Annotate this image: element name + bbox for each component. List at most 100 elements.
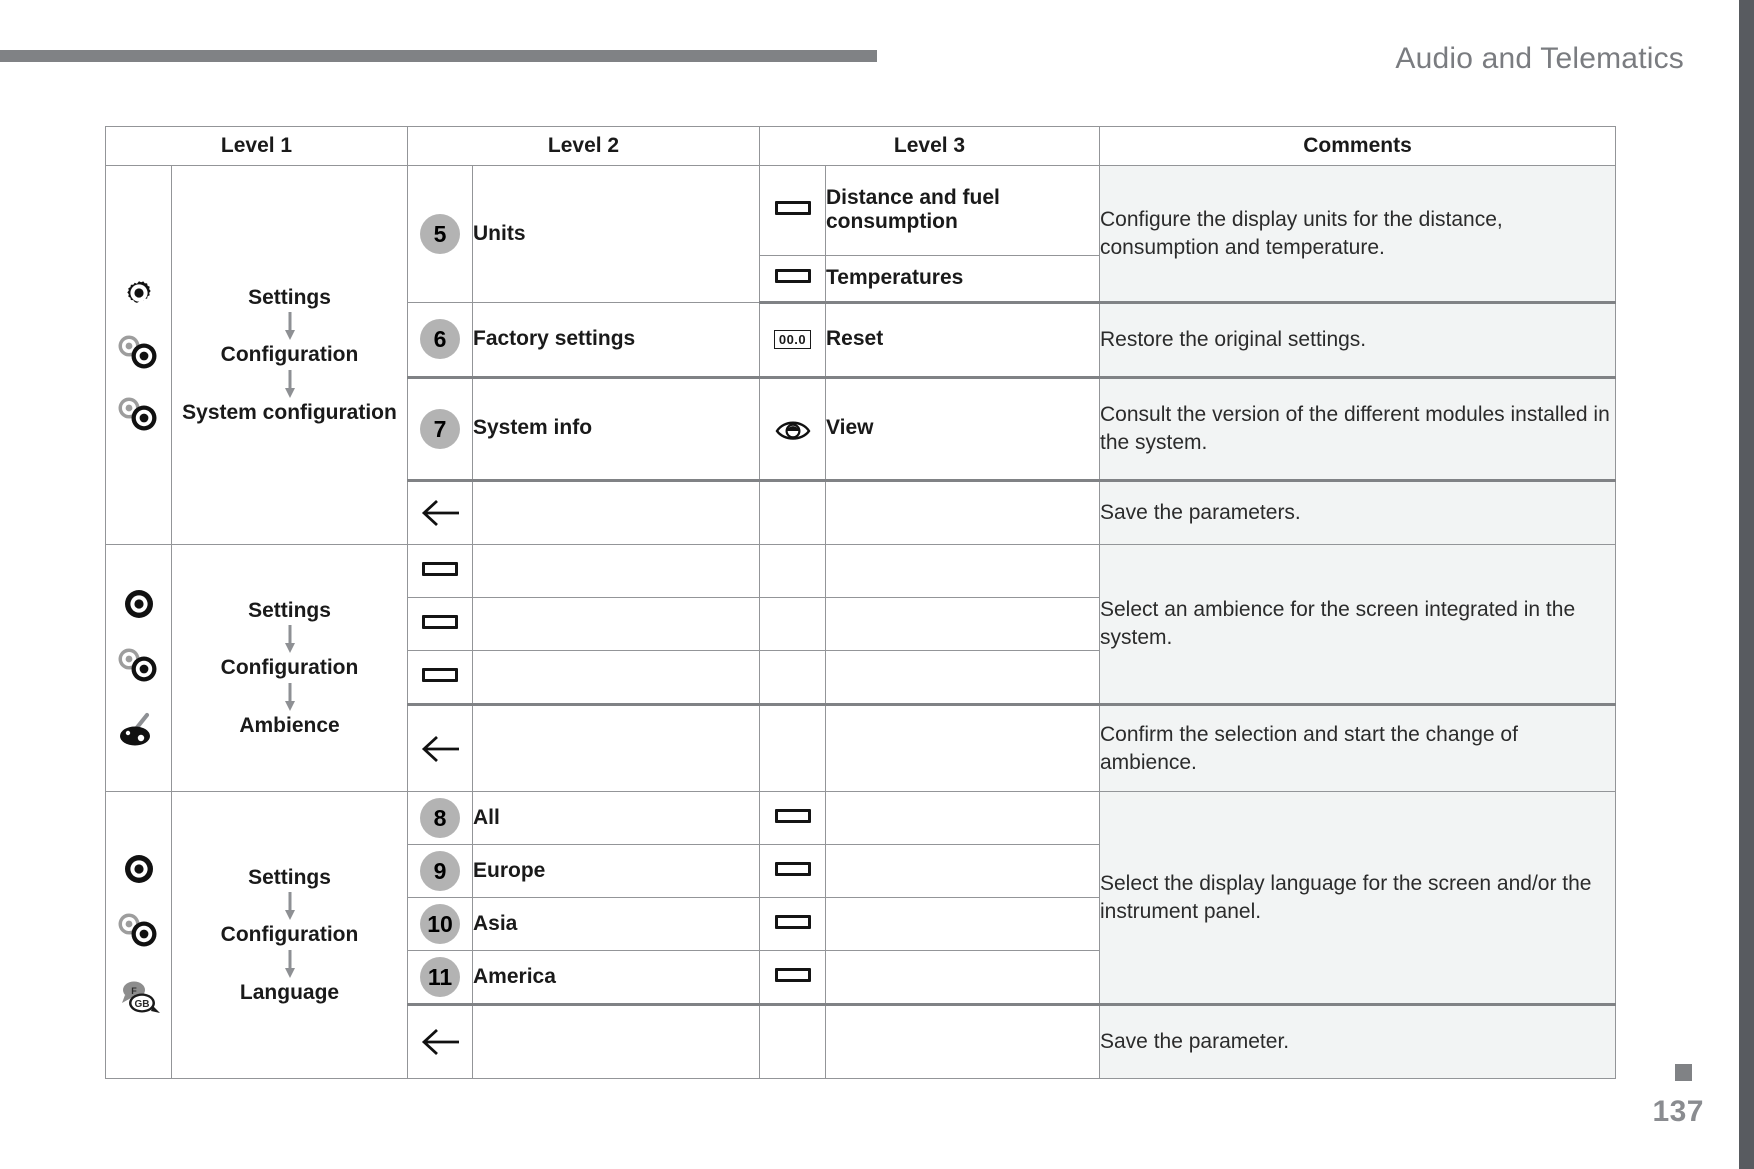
level2-number-cell[interactable]: 8 xyxy=(407,791,473,845)
level3-label xyxy=(825,950,1100,1006)
step-badge: 8 xyxy=(420,798,460,838)
level2-label xyxy=(472,480,760,545)
level3-label xyxy=(825,897,1100,951)
bar-icon xyxy=(774,268,811,283)
path-step-label: Settings xyxy=(248,598,331,622)
step-badge: 6 xyxy=(420,319,460,360)
level3-label xyxy=(825,480,1100,545)
column-header-level2: Level 2 xyxy=(407,126,760,166)
group-icons-system-configuration xyxy=(105,165,172,545)
speech-bubbles-icon: F GB xyxy=(106,976,171,1018)
path-step-label: Ambience xyxy=(239,713,340,737)
back-button-cell[interactable] xyxy=(407,1004,473,1079)
bar-icon xyxy=(774,914,811,929)
column-header-level3: Level 3 xyxy=(759,126,1100,166)
level3-label[interactable]: Distance and fuel consumption xyxy=(825,165,1100,256)
page-title: Audio and Telematics xyxy=(1395,42,1684,75)
level2-number-cell[interactable]: 11 xyxy=(407,950,473,1006)
page-number: 137 xyxy=(1652,1095,1704,1128)
level3-icon-cell xyxy=(759,254,826,305)
level3-label[interactable]: Temperatures xyxy=(825,254,1100,305)
level2-number-cell[interactable]: 9 xyxy=(407,844,473,898)
level2-label[interactable]: Asia xyxy=(472,897,760,951)
ambience-option-cell[interactable] xyxy=(407,544,473,598)
level3-icon-cell xyxy=(759,597,826,651)
path-step-label: Configuration xyxy=(220,343,359,367)
level2-label[interactable]: Factory settings xyxy=(472,302,760,379)
level3-icon-cell: 00.0 xyxy=(759,302,826,379)
column-header-level1: Level 1 xyxy=(105,126,408,166)
level3-icon-cell xyxy=(759,791,826,845)
bar-icon xyxy=(422,667,458,682)
table-row: Settings Configuration Ambience Select a… xyxy=(105,544,1616,792)
arrow-down-icon xyxy=(284,949,295,978)
level3-label xyxy=(825,650,1100,706)
comment-cell: Save the parameter. xyxy=(1099,1004,1616,1079)
level2-label[interactable]: System info xyxy=(472,376,760,483)
path-step-label: Language xyxy=(239,980,340,1004)
bar-icon xyxy=(774,200,811,215)
level2-label xyxy=(472,650,760,706)
step-badge: 10 xyxy=(420,904,460,944)
level3-icon-cell xyxy=(759,376,826,483)
level2-label[interactable]: Europe xyxy=(472,844,760,898)
comment-cell: Select an ambience for the screen integr… xyxy=(1099,544,1616,706)
table-row: F GB Settings Configuration Language 8 A… xyxy=(105,791,1616,1079)
bar-icon xyxy=(422,614,458,629)
back-arrow-icon xyxy=(421,1028,459,1056)
two-gears-icon xyxy=(106,394,171,434)
level3-label xyxy=(825,704,1100,792)
comment-cell: Restore the original settings. xyxy=(1099,302,1616,379)
level2-label xyxy=(472,1004,760,1079)
level2-number-cell[interactable]: 6 xyxy=(407,302,473,379)
level2-label xyxy=(472,704,760,792)
table-row: Settings Configuration System configurat… xyxy=(105,164,1616,545)
level3-label[interactable]: Reset xyxy=(825,302,1100,379)
two-gears-icon xyxy=(106,332,171,372)
comment-cell: Save the parameters. xyxy=(1099,480,1616,545)
level2-label[interactable]: America xyxy=(472,950,760,1006)
level2-number-cell[interactable]: 5 xyxy=(407,164,473,304)
arrow-down-icon xyxy=(284,892,295,921)
comment-cell: Select the display language for the scre… xyxy=(1099,791,1616,1006)
level3-label xyxy=(825,844,1100,898)
level3-icon-cell xyxy=(759,897,826,951)
bar-icon xyxy=(774,808,811,823)
level2-label[interactable]: Units xyxy=(472,164,760,304)
path-step-label: Configuration xyxy=(220,656,359,680)
table-header-row: Level 1 Level 2 Level 3 Comments xyxy=(105,126,1616,166)
gear-icon xyxy=(106,852,171,886)
step-badge: 11 xyxy=(420,957,460,997)
level3-label xyxy=(825,1004,1100,1079)
arrow-down-icon xyxy=(284,682,295,711)
ambience-option-cell[interactable] xyxy=(407,597,473,651)
level3-label[interactable]: View xyxy=(825,376,1100,483)
header-rule xyxy=(0,50,877,62)
page-edge-bar xyxy=(1739,0,1754,1169)
group-path-system-configuration: Settings Configuration System configurat… xyxy=(171,165,408,545)
ambience-option-cell[interactable] xyxy=(407,650,473,706)
reset-counter-icon: 00.0 xyxy=(773,330,812,350)
arrow-down-icon xyxy=(284,625,295,654)
menu-table: Level 1 Level 2 Level 3 Comments Setting… xyxy=(105,126,1616,1079)
arrow-down-icon xyxy=(284,369,295,398)
level2-label[interactable]: All xyxy=(472,791,760,845)
page-corner-mark xyxy=(1675,1064,1692,1081)
level2-label xyxy=(472,597,760,651)
manual-page: Audio and Telematics 137 Level 1 Level 2… xyxy=(0,0,1754,1169)
palette-icon xyxy=(106,709,171,749)
back-button-cell[interactable] xyxy=(407,704,473,792)
level2-number-cell[interactable]: 7 xyxy=(407,376,473,483)
level3-icon-cell xyxy=(759,844,826,898)
level2-number-cell[interactable]: 10 xyxy=(407,897,473,951)
back-button-cell[interactable] xyxy=(407,480,473,545)
group-path-ambience: Settings Configuration Ambience xyxy=(171,544,408,792)
level3-icon-cell xyxy=(759,950,826,1006)
step-badge: 9 xyxy=(420,851,460,891)
comment-cell: Confirm the selection and start the chan… xyxy=(1099,704,1616,792)
comment-cell: Configure the display units for the dist… xyxy=(1099,164,1616,305)
gear-icon xyxy=(106,587,171,621)
back-arrow-icon xyxy=(421,500,459,527)
bar-icon xyxy=(422,561,458,576)
step-badge: 7 xyxy=(420,408,460,449)
